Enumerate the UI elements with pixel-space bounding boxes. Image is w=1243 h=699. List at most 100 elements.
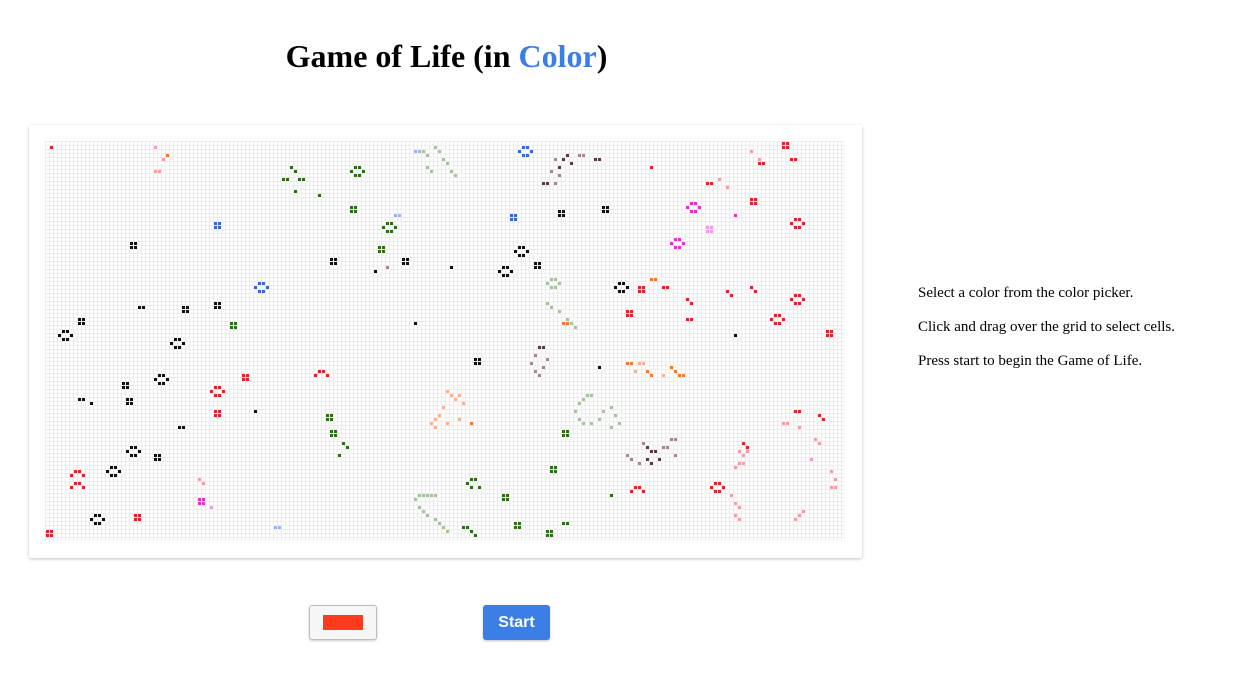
live-cell[interactable]	[730, 294, 733, 297]
live-cell[interactable]	[46, 534, 49, 537]
live-cell[interactable]	[50, 530, 53, 533]
live-cell[interactable]	[78, 482, 81, 485]
live-cell[interactable]	[646, 370, 649, 373]
live-cell[interactable]	[694, 202, 697, 205]
live-cell[interactable]	[474, 362, 477, 365]
live-cell[interactable]	[522, 154, 525, 157]
live-cell[interactable]	[518, 526, 521, 529]
live-cell[interactable]	[826, 330, 829, 333]
live-cell[interactable]	[418, 150, 421, 153]
live-cell[interactable]	[650, 462, 653, 465]
live-cell[interactable]	[670, 366, 673, 369]
live-cell[interactable]	[662, 446, 665, 449]
live-cell[interactable]	[246, 374, 249, 377]
live-cell[interactable]	[758, 162, 761, 165]
live-cell[interactable]	[414, 150, 417, 153]
live-cell[interactable]	[430, 494, 433, 497]
live-cell[interactable]	[346, 446, 349, 449]
live-cell[interactable]	[510, 218, 513, 221]
live-cell[interactable]	[602, 210, 605, 213]
live-cell[interactable]	[162, 158, 165, 161]
live-cell[interactable]	[586, 394, 589, 397]
live-cell[interactable]	[598, 418, 601, 421]
live-cell[interactable]	[550, 470, 553, 473]
live-cell[interactable]	[402, 258, 405, 261]
live-cell[interactable]	[422, 150, 425, 153]
live-cell[interactable]	[742, 442, 745, 445]
live-cell[interactable]	[614, 286, 617, 289]
live-cell[interactable]	[598, 158, 601, 161]
live-cell[interactable]	[446, 162, 449, 165]
live-cell[interactable]	[454, 174, 457, 177]
live-cell[interactable]	[166, 378, 169, 381]
live-cell[interactable]	[538, 346, 541, 349]
live-cell[interactable]	[70, 474, 73, 477]
live-cell[interactable]	[798, 426, 801, 429]
live-cell[interactable]	[650, 166, 653, 169]
live-cell[interactable]	[626, 362, 629, 365]
live-cell[interactable]	[358, 166, 361, 169]
live-cell[interactable]	[334, 262, 337, 265]
live-cell[interactable]	[334, 258, 337, 261]
live-cell[interactable]	[698, 206, 701, 209]
live-cell[interactable]	[570, 322, 573, 325]
live-cell[interactable]	[466, 482, 469, 485]
live-cell[interactable]	[282, 178, 285, 181]
live-cell[interactable]	[470, 422, 473, 425]
live-cell[interactable]	[626, 286, 629, 289]
live-cell[interactable]	[546, 302, 549, 305]
live-cell[interactable]	[182, 426, 185, 429]
live-cell[interactable]	[622, 282, 625, 285]
live-cell[interactable]	[714, 490, 717, 493]
live-cell[interactable]	[558, 310, 561, 313]
live-cell[interactable]	[790, 222, 793, 225]
live-cell[interactable]	[734, 466, 737, 469]
live-cell[interactable]	[254, 286, 257, 289]
live-cell[interactable]	[422, 510, 425, 513]
live-cell[interactable]	[442, 158, 445, 161]
live-cell[interactable]	[130, 446, 133, 449]
live-cell[interactable]	[526, 146, 529, 149]
live-cell[interactable]	[382, 226, 385, 229]
live-cell[interactable]	[142, 306, 145, 309]
live-cell[interactable]	[126, 402, 129, 405]
live-cell[interactable]	[710, 486, 713, 489]
live-cell[interactable]	[322, 370, 325, 373]
live-cell[interactable]	[798, 294, 801, 297]
live-cell[interactable]	[318, 370, 321, 373]
live-cell[interactable]	[398, 214, 401, 217]
live-cell[interactable]	[462, 526, 465, 529]
live-cell[interactable]	[126, 450, 129, 453]
live-cell[interactable]	[458, 418, 461, 421]
live-cell[interactable]	[158, 374, 161, 377]
live-cell[interactable]	[446, 390, 449, 393]
live-cell[interactable]	[818, 442, 821, 445]
live-cell[interactable]	[606, 210, 609, 213]
live-cell[interactable]	[262, 282, 265, 285]
live-cell[interactable]	[98, 522, 101, 525]
live-cell[interactable]	[546, 282, 549, 285]
live-cell[interactable]	[686, 318, 689, 321]
live-cell[interactable]	[330, 262, 333, 265]
live-cell[interactable]	[566, 322, 569, 325]
live-cell[interactable]	[362, 170, 365, 173]
live-cell[interactable]	[514, 526, 517, 529]
live-cell[interactable]	[786, 142, 789, 145]
live-cell[interactable]	[778, 322, 781, 325]
live-cell[interactable]	[342, 442, 345, 445]
live-cell[interactable]	[638, 462, 641, 465]
live-cell[interactable]	[550, 278, 553, 281]
live-cell[interactable]	[550, 170, 553, 173]
live-cell[interactable]	[638, 290, 641, 293]
live-cell[interactable]	[62, 338, 65, 341]
live-cell[interactable]	[734, 514, 737, 517]
live-cell[interactable]	[618, 282, 621, 285]
live-cell[interactable]	[426, 166, 429, 169]
live-cell[interactable]	[646, 458, 649, 461]
live-cell[interactable]	[426, 514, 429, 517]
live-cell[interactable]	[630, 490, 633, 493]
live-cell[interactable]	[690, 210, 693, 213]
live-cell[interactable]	[726, 290, 729, 293]
live-cell[interactable]	[670, 242, 673, 245]
live-cell[interactable]	[502, 274, 505, 277]
